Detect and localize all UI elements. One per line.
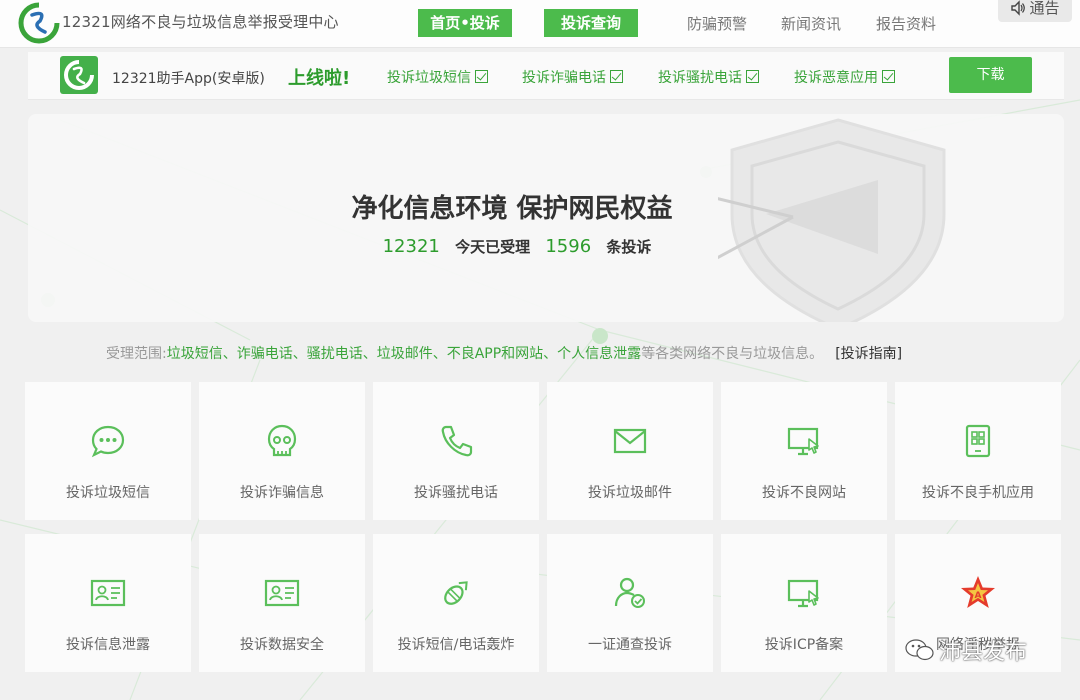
scope-line: 受理范围:垃圾短信、诈骗电话、骚扰电话、垃圾邮件、不良APP和网站、个人信息泄露… xyxy=(106,343,902,363)
notice-label: 通告 xyxy=(1029,0,1060,17)
tile-icp-filing[interactable]: 投诉ICP备案 xyxy=(721,534,887,672)
bomb-icon xyxy=(444,581,468,605)
feature-label: 投诉垃圾短信 xyxy=(387,70,471,86)
checkbox-icon xyxy=(610,70,623,83)
army-star-icon: A xyxy=(961,576,995,608)
watermark: 沛县发布 xyxy=(905,634,1027,666)
checkbox-icon xyxy=(882,70,895,83)
tile-label: 投诉垃圾短信 xyxy=(66,485,150,501)
mobile-apps-icon xyxy=(965,424,991,458)
tile-label: 投诉不良网站 xyxy=(762,485,846,501)
app-logo-icon xyxy=(60,56,98,94)
feature-label: 投诉诈骗电话 xyxy=(522,70,606,86)
envelope-icon xyxy=(613,428,647,454)
tile-id-query[interactable]: 一证通查投诉 xyxy=(547,534,713,672)
tile-label: 投诉诈骗信息 xyxy=(240,485,324,501)
hotline-number: 12321 xyxy=(382,236,440,257)
wechat-icon xyxy=(905,639,934,661)
tile-label: 投诉ICP备案 xyxy=(764,637,844,653)
feature-label: 投诉骚扰电话 xyxy=(658,70,742,86)
nav-reports[interactable]: 报告资料 xyxy=(876,13,936,34)
checkbox-icon xyxy=(475,70,488,83)
checkbox-icon xyxy=(746,70,759,83)
monitor-cursor-icon xyxy=(787,579,819,608)
phone-icon xyxy=(441,425,473,457)
speaker-icon xyxy=(1011,0,1026,16)
tile-label: 投诉短信/电话轰炸 xyxy=(397,637,515,653)
unit-text: 条投诉 xyxy=(606,238,652,256)
download-button[interactable]: 下载 xyxy=(949,57,1032,93)
user-check-icon xyxy=(614,577,645,608)
nav-complaint-query[interactable]: 投诉查询 xyxy=(544,9,638,37)
tile-label: 投诉骚扰电话 xyxy=(414,485,498,501)
site-logo-icon[interactable] xyxy=(18,2,60,44)
hero-panel: 净化信息环境 保护网民权益 12321 今天已受理 1596 条投诉 xyxy=(28,114,1064,322)
tile-fraud-info[interactable]: 投诉诈骗信息 xyxy=(199,382,365,520)
tile-label: 投诉信息泄露 xyxy=(66,637,150,653)
today-count: 1596 xyxy=(545,236,592,257)
tile-spam-sms[interactable]: 投诉垃圾短信 xyxy=(25,382,191,520)
tile-label: 投诉数据安全 xyxy=(240,637,324,653)
tile-data-security[interactable]: 投诉数据安全 xyxy=(199,534,365,672)
tile-harass-call[interactable]: 投诉骚扰电话 xyxy=(373,382,539,520)
watermark-text: 沛县发布 xyxy=(939,640,1028,665)
site-title: 12321网络不良与垃圾信息举报受理中心 xyxy=(62,13,339,31)
chat-bubble-icon xyxy=(91,425,125,458)
skull-icon xyxy=(267,424,297,457)
app-banner: 12321助手App(安卓版) 上线啦! 投诉垃圾短信 投诉诈骗电话 投诉骚扰电… xyxy=(28,52,1064,100)
tile-info-leak[interactable]: 投诉信息泄露 xyxy=(25,534,191,672)
app-online-text: 上线啦! xyxy=(288,68,351,89)
notice-button[interactable]: 通告 xyxy=(998,0,1072,22)
scope-prefix: 受理范围: xyxy=(106,346,167,362)
hero-stats: 12321 今天已受理 1596 条投诉 xyxy=(28,236,996,257)
scope-suffix: 等各类网络不良与垃圾信息。 xyxy=(641,346,824,362)
app-feature-spam-sms: 投诉垃圾短信 xyxy=(387,67,488,87)
hero-slogan: 净化信息环境 保护网民权益 xyxy=(351,194,673,224)
tile-label: 投诉不良手机应用 xyxy=(922,485,1034,501)
scope-items: 垃圾短信、诈骗电话、骚扰电话、垃圾邮件、不良APP和网站、个人信息泄露 xyxy=(166,346,642,362)
tile-bad-website[interactable]: 投诉不良网站 xyxy=(721,382,887,520)
complaint-guide-link[interactable]: [投诉指南] xyxy=(835,346,902,362)
top-header: 12321网络不良与垃圾信息举报受理中心 首页•投诉 投诉查询 防骗预警 新闻资… xyxy=(0,0,1080,48)
app-name: 12321助手App(安卓版) xyxy=(112,71,265,87)
tile-label: 投诉垃圾邮件 xyxy=(588,485,672,501)
id-card-icon xyxy=(90,579,126,607)
tile-label: 一证通查投诉 xyxy=(588,637,672,653)
svg-text:A: A xyxy=(975,591,982,601)
nav-home-complaint[interactable]: 首页•投诉 xyxy=(418,9,512,37)
tile-sms-call-bombing[interactable]: 投诉短信/电话轰炸 xyxy=(373,534,539,672)
app-feature-harass-call: 投诉骚扰电话 xyxy=(658,67,759,87)
app-feature-malicious-app: 投诉恶意应用 xyxy=(794,67,895,87)
nav-news[interactable]: 新闻资讯 xyxy=(781,13,841,34)
app-feature-fraud-call: 投诉诈骗电话 xyxy=(522,67,623,87)
tile-bad-mobile-app[interactable]: 投诉不良手机应用 xyxy=(895,382,1061,520)
nav-fraud-alert[interactable]: 防骗预警 xyxy=(687,13,747,34)
accepted-text: 今天已受理 xyxy=(455,238,531,256)
feature-label: 投诉恶意应用 xyxy=(794,70,878,86)
id-card-icon xyxy=(264,579,300,607)
monitor-cursor-icon xyxy=(787,427,819,456)
tile-spam-email[interactable]: 投诉垃圾邮件 xyxy=(547,382,713,520)
